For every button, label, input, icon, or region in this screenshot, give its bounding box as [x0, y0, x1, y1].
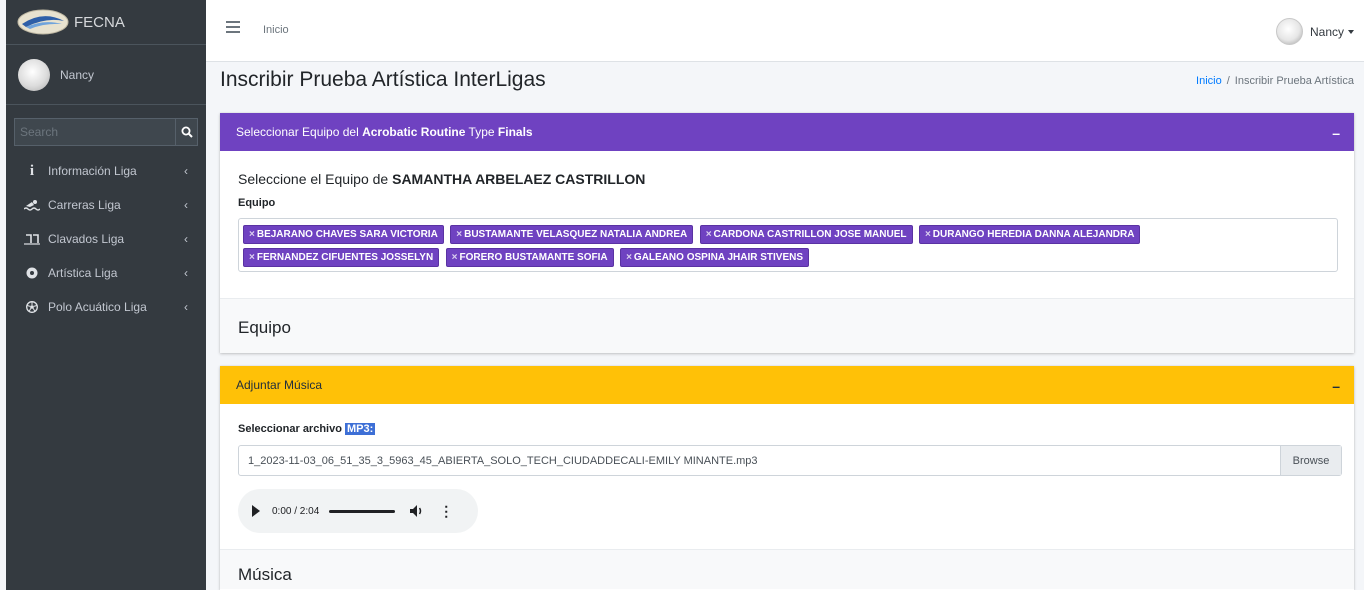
hamburger-menu-icon[interactable]	[226, 21, 240, 33]
breadcrumb: Inicio / Inscribir Prueba Artística	[1196, 75, 1354, 87]
breadcrumb-home[interactable]: Inicio	[1196, 75, 1222, 87]
team-tag[interactable]: × BUSTAMANTE VELASQUEZ NATALIA ANDREA	[450, 225, 694, 244]
browse-button[interactable]: Browse	[1280, 446, 1341, 475]
more-options-icon[interactable]: ⋮	[439, 503, 453, 520]
chevron-left-icon: ‹	[184, 164, 188, 178]
user-name: Nancy	[1309, 24, 1344, 39]
sidebar-nav: i Información Liga ‹ Carreras Liga ‹ Cla…	[6, 154, 206, 324]
remove-tag-icon[interactable]: ×	[249, 252, 255, 263]
team-select-title: Seleccione el Equipo de SAMANTHA ARBELAE…	[238, 171, 646, 187]
search-button[interactable]	[175, 118, 198, 146]
sidebar-item-carreras-liga[interactable]: Carreras Liga ‹	[6, 188, 206, 222]
music-card-header: Adjuntar Música –	[220, 366, 1354, 404]
sidebar-search	[14, 118, 198, 146]
team-tag[interactable]: × GALEANO OSPINA JHAIR STIVENS	[620, 248, 810, 267]
collapse-icon[interactable]: –	[1332, 125, 1340, 141]
file-name: 1_2023-11-03_06_51_35_3_5963_45_ABIERTA_…	[248, 454, 758, 467]
user-panel[interactable]: Nancy	[6, 45, 206, 105]
sidebar-item-clavados-liga[interactable]: Clavados Liga ‹	[6, 222, 206, 256]
swimmer-icon	[22, 198, 42, 212]
music-section: Música	[220, 549, 1354, 589]
artistic-icon	[22, 266, 42, 280]
user-name: Nancy	[60, 67, 95, 82]
team-tag[interactable]: × FERNANDEZ CIFUENTES JOSSELYN	[243, 248, 440, 267]
team-card-header: Seleccionar Equipo del Acrobatic Routine…	[220, 113, 1354, 151]
page-title: Inscribir Prueba Artística InterLigas	[220, 68, 546, 91]
mp3-highlight: MP3:	[345, 423, 376, 435]
caret-down-icon	[1348, 29, 1354, 34]
team-tag[interactable]: × DURANGO HEREDIA DANNA ALEJANDRA	[918, 225, 1141, 244]
remove-tag-icon[interactable]: ×	[452, 252, 458, 263]
file-input[interactable]: 1_2023-11-03_06_51_35_3_5963_45_ABIERTA_…	[238, 445, 1342, 476]
fecna-logo-icon	[17, 9, 69, 35]
music-card: Adjuntar Música – Seleccionar archivo MP…	[220, 366, 1354, 590]
user-avatar	[18, 58, 50, 91]
file-field-label: Seleccionar archivo MP3:	[238, 423, 376, 435]
brand[interactable]: FECNA	[6, 0, 206, 45]
topbar: Inicio Nancy	[206, 0, 1364, 62]
sidebar-item-informacion-liga[interactable]: i Información Liga ‹	[6, 154, 206, 188]
remove-tag-icon[interactable]: ×	[626, 252, 632, 263]
search-icon	[181, 126, 193, 138]
search-input[interactable]	[14, 118, 175, 146]
sidebar-item-label: Carreras Liga	[48, 198, 121, 212]
breadcrumb-separator: /	[1226, 75, 1230, 87]
audio-progress-slider[interactable]	[329, 509, 396, 513]
team-card: Seleccionar Equipo del Acrobatic Routine…	[220, 113, 1354, 353]
volume-icon[interactable]	[409, 504, 425, 518]
chevron-left-icon: ‹	[184, 266, 188, 280]
user-dropdown[interactable]: Nancy	[1275, 18, 1354, 45]
sidebar-item-label: Información Liga	[48, 164, 137, 178]
remove-tag-icon[interactable]: ×	[249, 229, 255, 240]
remove-tag-icon[interactable]: ×	[925, 229, 931, 240]
audio-player: 0:00 / 2:04 ⋮	[238, 489, 478, 533]
music-section-title: Música	[238, 565, 292, 584]
diving-icon	[22, 232, 42, 246]
audio-time: 0:00 / 2:04	[272, 505, 320, 517]
chevron-left-icon: ‹	[184, 232, 188, 246]
info-icon: i	[29, 162, 35, 179]
sidebar-item-polo-acuatico-liga[interactable]: Polo Acuático Liga ‹	[6, 290, 206, 324]
water-polo-icon	[22, 300, 42, 314]
chevron-left-icon: ‹	[184, 300, 188, 314]
sidebar: FECNA Nancy i Información Liga ‹ Carrera…	[6, 0, 206, 590]
top-home-link[interactable]: Inicio	[263, 24, 289, 36]
play-icon[interactable]	[252, 505, 260, 517]
team-multiselect[interactable]: × BEJARANO CHAVES SARA VICTORIA × BUSTAMAN…	[238, 218, 1338, 272]
team-section-title: Equipo	[238, 318, 291, 337]
music-card-title: Adjuntar Música	[236, 378, 323, 392]
team-card-title: Seleccionar Equipo del Acrobatic Routine…	[236, 125, 533, 139]
chevron-left-icon: ‹	[184, 198, 188, 212]
brand-name: FECNA	[74, 13, 125, 31]
sidebar-item-label: Clavados Liga	[48, 232, 125, 246]
sidebar-item-label: Polo Acuático Liga	[48, 300, 147, 314]
remove-tag-icon[interactable]: ×	[456, 229, 462, 240]
user-avatar	[1275, 18, 1303, 45]
team-tag[interactable]: × FORERO BUSTAMANTE SOFIA	[445, 248, 614, 267]
team-field-label: Equipo	[238, 197, 276, 209]
sidebar-item-artistica-liga[interactable]: Artística Liga ‹	[6, 256, 206, 290]
team-tag[interactable]: × BEJARANO CHAVES SARA VICTORIA	[243, 225, 444, 244]
sidebar-item-label: Artística Liga	[48, 266, 118, 280]
team-tag[interactable]: × CARDONA CASTRILLON JOSE MANUEL	[699, 225, 913, 244]
team-section: Equipo	[220, 298, 1354, 353]
collapse-icon[interactable]: –	[1332, 378, 1340, 394]
breadcrumb-current: Inscribir Prueba Artística	[1234, 75, 1354, 87]
remove-tag-icon[interactable]: ×	[706, 229, 712, 240]
